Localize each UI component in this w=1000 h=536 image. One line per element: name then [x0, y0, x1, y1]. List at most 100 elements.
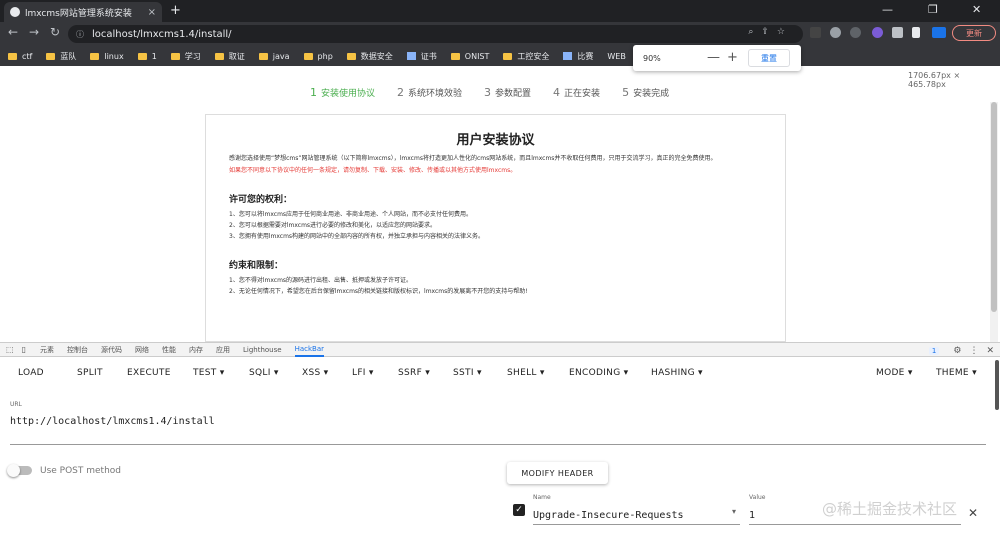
extension-icon[interactable]: [810, 27, 821, 38]
bookmark-item[interactable]: 蓝队: [46, 51, 76, 62]
modify-header-button[interactable]: MODIFY HEADER: [507, 462, 608, 484]
chevron-down-icon[interactable]: ▾: [732, 507, 736, 516]
step-label: 安装完成: [633, 89, 670, 99]
agreement-intro: 感谢您选择使用“梦想cms”网站管理系统（以下简称lmxcms），lmxcms将…: [229, 155, 717, 162]
hackbar-menu-item[interactable]: HASHING ▾: [651, 368, 703, 378]
new-tab-button[interactable]: +: [170, 3, 181, 18]
header-value-label: Value: [749, 494, 766, 501]
sidepanel-icon[interactable]: [912, 27, 920, 38]
step-number: 2: [397, 86, 405, 99]
device-toggle-icon[interactable]: ▯: [22, 345, 26, 354]
hackbar-menu-item[interactable]: MODE ▾: [876, 368, 913, 378]
header-enabled-checkbox[interactable]: ✓: [513, 504, 525, 516]
bookmark-item[interactable]: php: [303, 52, 333, 61]
browser-tab[interactable]: lmxcms网站管理系统安装 ×: [4, 2, 162, 22]
folder-icon: [90, 52, 100, 60]
window-close-button[interactable]: ✕: [972, 3, 981, 16]
devtools-tab[interactable]: HackBar: [294, 342, 324, 357]
devtools-tab[interactable]: 控制台: [67, 345, 88, 355]
list-item: 1、您可以将lmxcms应用于任何商业用途、非商业用途、个人网站，而不必支付任何…: [229, 211, 473, 218]
zoom-popup: 90% — + 重置: [633, 45, 801, 71]
watermark: @稀土掘金技术社区: [822, 500, 958, 518]
extension-icon[interactable]: [850, 27, 861, 38]
step-number: 3: [484, 86, 492, 99]
header-name-field[interactable]: Upgrade-Insecure-Requests: [533, 510, 684, 521]
hackbar-scrollbar[interactable]: [995, 360, 999, 410]
devtools-tab[interactable]: 元素: [40, 345, 54, 355]
devtools-tab[interactable]: 性能: [162, 345, 176, 355]
settings-gear-icon[interactable]: ⚙: [953, 346, 961, 356]
devtools-tab[interactable]: 应用: [216, 345, 230, 355]
more-options-icon[interactable]: ⋮: [969, 346, 978, 356]
puzzle-icon[interactable]: [892, 27, 903, 38]
bookmark-item[interactable]: 比赛: [563, 51, 593, 62]
list-item: 1、您不得对lmxcms的源码进行出租、出售、抵押或发放子许可证。: [229, 277, 413, 284]
message-count-badge[interactable]: 1: [928, 346, 940, 355]
page-scrollbar[interactable]: [990, 102, 998, 342]
bookmark-item[interactable]: 1: [137, 52, 157, 61]
window-maximize-button[interactable]: ❐: [928, 3, 938, 16]
url-label: URL: [10, 401, 22, 408]
extension-icon[interactable]: [830, 27, 841, 38]
hackbar-menu-item[interactable]: LOAD: [18, 368, 44, 378]
bookmark-icon: [406, 52, 416, 60]
bookmark-label: 数据安全: [360, 51, 393, 61]
step-label: 参数配置: [495, 89, 532, 99]
url-input[interactable]: http://localhost/lmxcms1.4/install: [10, 416, 215, 427]
bookmark-item[interactable]: ctf: [8, 52, 32, 61]
hackbar-menu-item[interactable]: SQLI ▾: [249, 368, 279, 378]
profile-extension-icon[interactable]: [872, 27, 883, 38]
bookmark-item[interactable]: 工控安全: [503, 51, 549, 62]
viewport-dimensions: 1706.67px × 465.78px: [908, 71, 961, 89]
bookmark-item[interactable]: ONIST: [450, 52, 489, 61]
toggle-knob[interactable]: [7, 464, 20, 477]
hackbar-menu-item[interactable]: SSRF ▾: [398, 368, 430, 378]
hackbar-menu-item[interactable]: SPLIT: [77, 368, 103, 378]
window-minimize-button[interactable]: —: [882, 3, 893, 16]
zoom-in-button[interactable]: +: [727, 50, 738, 65]
bookmark-item[interactable]: 数据安全: [346, 51, 393, 62]
devtools-tab[interactable]: 网络: [135, 345, 149, 355]
hackbar-menu-item[interactable]: THEME ▾: [936, 368, 977, 378]
bookmark-item[interactable]: java: [258, 52, 290, 61]
address-bar[interactable]: ⓘ localhost/lmxcms1.4/install/ ⌕⇪☆: [68, 25, 803, 43]
forward-button[interactable]: →: [29, 25, 39, 39]
reload-button[interactable]: ↻: [50, 25, 60, 39]
devtools-tab[interactable]: 内存: [189, 345, 203, 355]
update-button[interactable]: 更新: [952, 25, 996, 41]
scrollbar-thumb[interactable]: [991, 102, 997, 312]
step-label: 系统环境效验: [408, 89, 463, 99]
hackbar-menu-item[interactable]: TEST ▾: [193, 368, 225, 378]
header-name-label: Name: [533, 494, 551, 501]
hackbar-menu-item[interactable]: XSS ▾: [302, 368, 328, 378]
zoom-reset-button[interactable]: 重置: [748, 49, 790, 67]
bookmark-item[interactable]: 学习: [170, 51, 201, 62]
install-step: 5 安装完成: [622, 86, 669, 99]
hackbar-menu-item[interactable]: ENCODING ▾: [569, 368, 628, 378]
translate-icon[interactable]: [932, 27, 946, 38]
inspect-icon[interactable]: ⬚: [6, 345, 14, 354]
bookmark-item[interactable]: linux: [90, 52, 124, 61]
hackbar-menu-item[interactable]: LFI ▾: [352, 368, 374, 378]
devtools-tab[interactable]: 源代码: [101, 345, 122, 355]
post-method-toggle[interactable]: [7, 464, 32, 477]
hackbar-menu-item[interactable]: SSTI ▾: [453, 368, 482, 378]
tab-close-icon[interactable]: ×: [148, 7, 156, 18]
hackbar-menu-item[interactable]: SHELL ▾: [507, 368, 545, 378]
folder-icon: [346, 52, 356, 60]
bookmark-item[interactable]: WEB: [607, 52, 625, 61]
hackbar-menu-item[interactable]: EXECUTE: [127, 368, 171, 378]
bookmark-item[interactable]: 证书: [406, 51, 437, 62]
devtools-close-icon[interactable]: ✕: [986, 346, 994, 356]
delete-header-icon[interactable]: ✕: [968, 506, 978, 520]
info-icon[interactable]: ⓘ: [76, 29, 84, 40]
bookmark-item[interactable]: 取证: [214, 51, 245, 62]
back-button[interactable]: ←: [8, 25, 18, 39]
zoom-out-button[interactable]: —: [707, 50, 720, 65]
zoom-level: 90%: [643, 54, 661, 63]
devtools-tab[interactable]: Lighthouse: [243, 346, 282, 354]
folder-icon: [303, 52, 313, 60]
rights-heading: 许可您的权利：: [229, 195, 293, 205]
header-value-field[interactable]: 1: [749, 510, 755, 521]
address-bar-icons[interactable]: ⌕⇪☆: [748, 27, 793, 37]
